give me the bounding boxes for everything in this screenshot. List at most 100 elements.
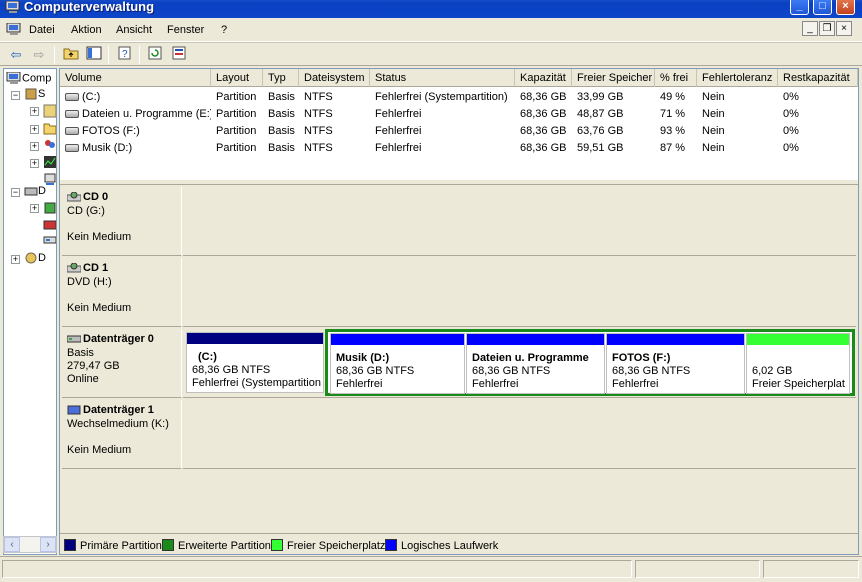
expand-toggle[interactable]: + [11,255,20,264]
partition-d[interactable]: Musik (D:) 68,36 GB NTFS Fehlerfrei [330,333,465,394]
show-tree-icon[interactable] [85,46,103,64]
column-header[interactable]: Kapazität [515,69,572,87]
back-arrow-icon[interactable]: ⇦ [7,46,25,64]
menu-ansicht[interactable]: Ansicht [116,24,152,36]
disk-type: Basis [67,347,94,359]
table-cell: Partition [216,140,264,157]
up-folder-icon[interactable] [62,46,80,64]
removable-storage-icon [44,202,56,214]
tree-subnode-icon[interactable] [43,138,56,155]
table-cell: NTFS [304,123,372,140]
cell-text: 48,87 GB [577,108,624,120]
column-header[interactable]: Freier Speicher [572,69,655,87]
close-button[interactable]: × [836,0,855,15]
table-row[interactable]: FOTOS (F:) Partition Basis NTFS Fehlerfrei 68… [60,123,858,140]
table-row[interactable]: Musik (D:) Partition Basis NTFS Fehlerfrei 68… [60,140,858,157]
performance-icon [44,156,56,168]
tree-subnode-icon[interactable] [43,155,56,172]
table-cell: 68,36 GB [520,140,574,157]
forward-arrow-icon[interactable]: ⇨ [30,46,48,64]
child-close-button[interactable]: × [836,21,852,36]
disk-label-cd0[interactable]: CD 0 CD (G:) Kein Medium [62,187,182,256]
disk-label-disk0[interactable]: Datenträger 0 Basis 279,47 GB Online [62,329,182,398]
tree-subnode-icon[interactable] [43,121,56,138]
partition-e[interactable]: Dateien u. Programme 68,36 GB NTFS Fehlerf… [466,333,605,394]
computer-icon [5,1,20,13]
extended-partition[interactable]: Musik (D:) 68,36 GB NTFS Fehlerfrei Dateie… [325,329,855,396]
menu-fenster[interactable]: Fenster [167,24,204,36]
menu-aktion[interactable]: Aktion [71,24,102,36]
expand-toggle[interactable]: + [30,159,39,168]
expand-toggle[interactable]: + [30,125,39,134]
disk-label-disk1[interactable]: Datenträger 1 Wechselmedium (K:) Kein Me… [62,400,182,469]
expand-toggle[interactable]: + [30,204,39,213]
table-cell: 0% [783,89,858,106]
column-header[interactable]: Status [370,69,515,87]
tree-node-label: D [38,251,46,264]
partition-c[interactable]: (C:) 68,36 GB NTFS Fehlerfrei (Systemparti… [186,332,324,393]
legend-item: Erweiterte Partition [162,539,271,552]
expand-toggle[interactable]: + [30,142,39,151]
partition-name: Dateien u. Programme [472,352,589,364]
table-cell: Partition [216,123,264,140]
partition-status: Fehlerfrei [336,378,383,390]
maximize-button[interactable]: □ [813,0,832,15]
computer-icon [6,23,21,35]
collapse-toggle[interactable]: − [11,91,20,100]
export-icon[interactable] [170,46,188,64]
cell-text: 49 % [660,91,686,103]
column-header[interactable]: Restkapazität [778,69,858,87]
menu-help[interactable]: ? [221,24,227,36]
table-cell: Dateien u. Programme (E:) [65,106,211,123]
cell-text: Partition [216,108,257,120]
services-icon [25,252,37,264]
cell-text: Partition [216,142,257,154]
column-header[interactable]: Volume [60,69,211,87]
toolbar-separator [108,46,109,64]
toolbar: ⇦ ⇨ ? [0,42,862,66]
properties-icon[interactable]: ? [116,46,134,64]
column-header[interactable]: Fehlertoleranz [697,69,778,87]
scroll-right-button[interactable]: › [40,537,56,552]
title-bar[interactable]: Computerverwaltung _ □ × [0,0,862,18]
volume-list: Volume Layout Typ Dateisystem Status Kap… [60,69,858,179]
minimize-button[interactable]: _ [790,0,809,15]
refresh-icon[interactable] [146,46,164,64]
partition-f[interactable]: FOTOS (F:) 68,36 GB NTFS Fehlerfrei [606,333,745,394]
child-restore-button[interactable]: ❐ [819,21,835,36]
cell-text: 68,36 GB [520,91,567,103]
partition-size: 6,02 GB [752,365,793,377]
tree-subnode-icon[interactable] [43,201,56,218]
menu-datei[interactable]: Datei [29,24,55,36]
column-header[interactable]: % frei [655,69,697,87]
child-minimize-button[interactable]: _ [802,21,818,36]
cell-text: NTFS [304,91,333,103]
column-header[interactable]: Layout [211,69,263,87]
table-cell: 93 % [660,123,700,140]
disk-name: CD 1 [83,262,109,274]
tree-node-services[interactable]: D [24,251,46,265]
storage-icon [24,187,38,196]
tree-subnode-icon[interactable] [43,233,56,250]
scroll-left-button[interactable]: ‹ [4,537,20,552]
tree-node-storage[interactable]: D [24,184,46,198]
expand-toggle[interactable]: + [30,107,39,116]
table-cell: 48,87 GB [577,106,657,123]
partition-size: 68,36 GB NTFS [472,365,551,377]
disk-label-cd1[interactable]: CD 1 DVD (H:) Kein Medium [62,258,182,327]
menu-bar: Datei Aktion Ansicht Fenster ? _ ❐ × [0,18,862,42]
collapse-toggle[interactable]: − [11,188,20,197]
cd-drive-icon [67,192,81,202]
tree-horizontal-scrollbar[interactable]: ‹ › [3,536,57,553]
cell-text: Basis [268,108,295,120]
tree-subnode-icon[interactable] [43,104,56,121]
column-header[interactable]: Typ [263,69,299,87]
table-row[interactable]: (C:) Partition Basis NTFS Fehlerfrei (System… [60,89,858,106]
table-row[interactable]: Dateien u. Programme (E:) Partition Basis N… [60,106,858,123]
removable-disk-icon [67,405,81,415]
column-header[interactable]: Dateisystem [299,69,370,87]
tree-node-system[interactable]: S [24,87,45,101]
tree-root[interactable]: Comp [6,71,51,85]
free-space-partition[interactable]: 6,02 GB Freier Speicherplat [746,333,850,394]
legend-label: Logisches Laufwerk [401,540,499,552]
